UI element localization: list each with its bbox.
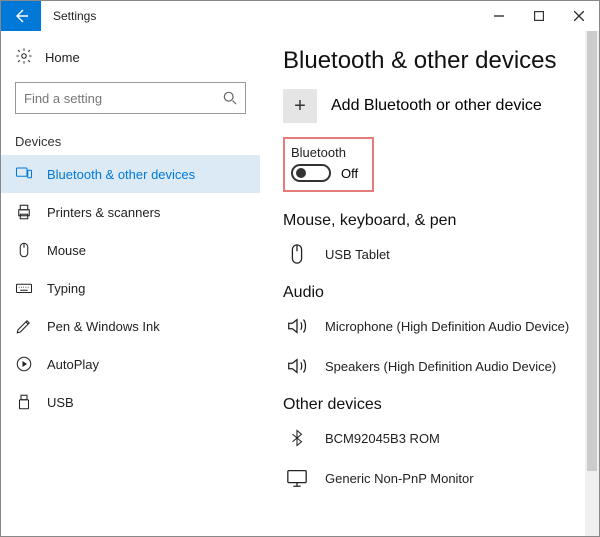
device-row[interactable]: Speakers (High Definition Audio Device): [283, 350, 577, 390]
bluetooth-label: Bluetooth: [291, 145, 358, 160]
page-title: Bluetooth & other devices: [283, 47, 577, 75]
pen-icon: [15, 317, 33, 335]
sidebar-section-label: Devices: [1, 128, 260, 155]
maximize-button[interactable]: [519, 1, 559, 31]
window-title: Settings: [41, 1, 108, 31]
keyboard-icon: [15, 279, 33, 297]
title-bar: Settings: [1, 1, 599, 31]
device-name: BCM92045B3 ROM: [325, 431, 440, 446]
nav-label: Mouse: [47, 243, 86, 258]
gear-icon: [15, 47, 33, 68]
sidebar-item-pen[interactable]: Pen & Windows Ink: [1, 307, 260, 345]
group-title-audio: Audio: [283, 284, 577, 302]
maximize-icon: [534, 11, 544, 21]
sidebar: Home Find a setting Devices Bluetooth & …: [1, 31, 261, 536]
sidebar-item-usb[interactable]: USB: [1, 383, 260, 421]
search-input[interactable]: Find a setting: [15, 82, 246, 114]
mouse-icon: [15, 241, 33, 259]
vertical-scrollbar[interactable]: [585, 31, 599, 536]
plus-icon: +: [283, 89, 317, 123]
device-name: Microphone (High Definition Audio Device…: [325, 319, 569, 334]
speaker-icon: [283, 354, 311, 378]
sidebar-item-printers[interactable]: Printers & scanners: [1, 193, 260, 231]
group-title-mouse: Mouse, keyboard, & pen: [283, 212, 577, 230]
nav-label: Printers & scanners: [47, 205, 160, 220]
bluetooth-icon: [283, 426, 311, 450]
device-row[interactable]: BCM92045B3 ROM: [283, 422, 577, 462]
nav-label: USB: [47, 395, 74, 410]
back-button[interactable]: [1, 1, 41, 31]
add-device-label: Add Bluetooth or other device: [331, 97, 542, 115]
device-name: Generic Non-PnP Monitor: [325, 471, 474, 486]
close-icon: [574, 11, 584, 21]
sidebar-item-typing[interactable]: Typing: [1, 269, 260, 307]
printer-icon: [15, 203, 33, 221]
usb-icon: [15, 393, 33, 411]
nav-label: Typing: [47, 281, 85, 296]
devices-icon: [15, 165, 33, 183]
minimize-icon: [494, 11, 504, 21]
sidebar-item-mouse[interactable]: Mouse: [1, 231, 260, 269]
autoplay-icon: [15, 355, 33, 373]
device-name: USB Tablet: [325, 247, 390, 262]
sidebar-item-bluetooth[interactable]: Bluetooth & other devices: [1, 155, 260, 193]
nav-label: Pen & Windows Ink: [47, 319, 160, 334]
group-title-other: Other devices: [283, 396, 577, 414]
device-row[interactable]: Microphone (High Definition Audio Device…: [283, 310, 577, 350]
speaker-icon: [283, 314, 311, 338]
device-row[interactable]: Generic Non-PnP Monitor: [283, 462, 577, 502]
close-button[interactable]: [559, 1, 599, 31]
arrow-left-icon: [13, 8, 29, 24]
sidebar-item-autoplay[interactable]: AutoPlay: [1, 345, 260, 383]
sidebar-home[interactable]: Home: [1, 41, 260, 78]
bluetooth-highlight: Bluetooth Off: [283, 137, 374, 192]
sidebar-home-label: Home: [45, 50, 80, 65]
monitor-icon: [283, 466, 311, 490]
search-placeholder: Find a setting: [24, 91, 102, 106]
mouse-icon: [283, 242, 311, 266]
scrollbar-thumb[interactable]: [587, 31, 597, 471]
minimize-button[interactable]: [479, 1, 519, 31]
nav-label: AutoPlay: [47, 357, 99, 372]
add-device-button[interactable]: + Add Bluetooth or other device: [283, 89, 577, 123]
device-name: Speakers (High Definition Audio Device): [325, 359, 556, 374]
device-row[interactable]: USB Tablet: [283, 238, 577, 278]
bluetooth-toggle[interactable]: [291, 164, 331, 182]
nav-label: Bluetooth & other devices: [47, 167, 195, 182]
main-panel: Bluetooth & other devices + Add Bluetoot…: [261, 31, 599, 536]
search-icon: [223, 91, 237, 105]
bluetooth-state: Off: [341, 166, 358, 181]
